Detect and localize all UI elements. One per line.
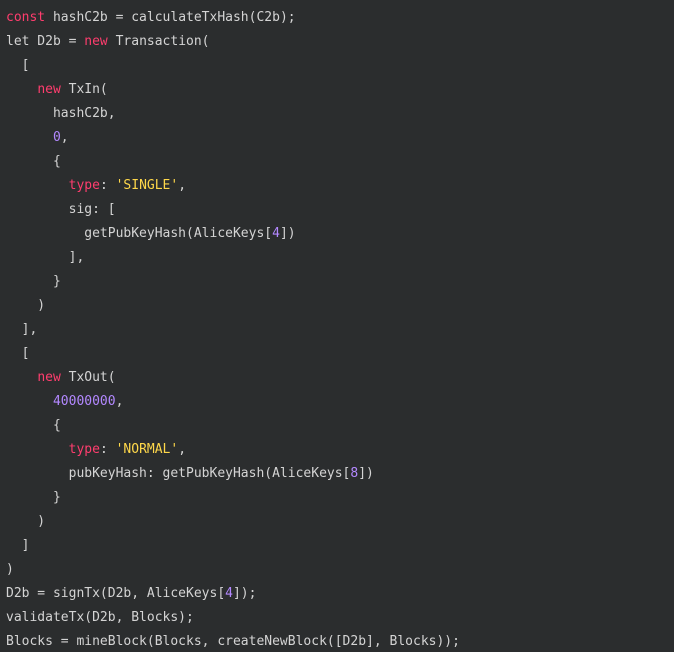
code-token-number: 4 [272,226,280,241]
code-token-plain: ]); [232,586,257,601]
code-token-plain: getPubKeyHash(AliceKeys[ [6,226,273,241]
code-token-plain: { [6,154,61,169]
code-token-number: 0 [52,130,61,145]
code-token-number: 4 [225,586,233,601]
code-line: { [6,414,674,438]
code-line: validateTx(D2b, Blocks); [6,606,674,630]
code-editor: const hashC2b = calculateTxHash(C2b); let… [0,0,674,652]
code-token-prop: type [68,442,100,457]
code-token-plain: , [178,442,187,457]
code-token-string: 'SINGLE' [115,178,179,193]
code-line: [ [6,54,674,78]
code-token-plain: Transaction( [107,34,210,49]
code-line: D2b = signTx(D2b, AliceKeys[4]); [6,582,674,606]
code-line: { [6,150,674,174]
code-line: } [6,486,674,510]
code-line: ] [6,534,674,558]
code-token-plain: let D2b = [6,34,85,49]
code-token-plain: TxOut( [60,370,116,385]
code-line: } [6,270,674,294]
code-token-plain: ) [6,562,14,577]
code-token-number: 40000000 [52,394,116,409]
code-token-plain: [ [6,346,30,361]
code-token-plain: pubKeyHash: getPubKeyHash(AliceKeys[ [6,466,351,481]
code-token-plain: [ [6,58,30,73]
code-token-plain: , [178,178,187,193]
code-token-plain: ]) [279,226,296,241]
code-token-plain: ] [6,538,30,553]
code-line: ], [6,318,674,342]
code-token-keyword: new [37,82,61,97]
code-token-string: 'NORMAL' [115,442,179,457]
code-line: getPubKeyHash(AliceKeys[4]) [6,222,674,246]
code-token-plain: , [115,394,124,409]
code-block: const hashC2b = calculateTxHash(C2b); let… [6,6,674,652]
code-line: ) [6,510,674,534]
code-token-plain: Blocks = mineBlock(Blocks, createNewBloc… [6,634,460,649]
code-line: ) [6,294,674,318]
code-token-plain: D2b = signTx(D2b, AliceKeys[ [6,586,226,601]
code-token-plain: ) [6,298,46,313]
code-token-plain: TxIn( [60,82,108,97]
code-token-plain: : [99,442,116,457]
code-line: Blocks = mineBlock(Blocks, createNewBloc… [6,630,674,652]
code-line: 40000000, [6,390,674,414]
code-token-plain: : [99,178,116,193]
code-line: type: 'NORMAL', [6,438,674,462]
code-token-keyword: new [37,370,61,385]
code-line: new TxIn( [6,78,674,102]
code-token-plain: validateTx(D2b, Blocks); [6,610,194,625]
code-token-plain: } [6,490,61,505]
code-line: const hashC2b = calculateTxHash(C2b); [6,6,674,30]
code-token-prop: type [68,178,100,193]
code-line: pubKeyHash: getPubKeyHash(AliceKeys[8]) [6,462,674,486]
code-token-plain: ) [6,514,46,529]
code-token-plain: } [6,274,61,289]
code-token-plain: hashC2b = calculateTxHash(C2b); [45,10,296,25]
code-token-plain: ], [6,250,85,265]
code-token-plain: ]) [358,466,374,481]
code-line: 0, [6,126,674,150]
code-token-plain: , [60,130,69,145]
code-token-keyword: const [6,10,46,25]
code-token-plain: ], [6,322,38,337]
code-line: ], [6,246,674,270]
code-line: let D2b = new Transaction( [6,30,674,54]
code-line: sig: [ [6,198,674,222]
code-token-plain: sig: [ [6,202,116,217]
code-token-keyword: new [84,34,108,49]
code-token-plain: { [6,418,61,433]
code-line: new TxOut( [6,366,674,390]
code-line: [ [6,342,674,366]
code-line: ) [6,558,674,582]
code-token-plain: hashC2b, [6,106,116,121]
code-line: type: 'SINGLE', [6,174,674,198]
code-line: hashC2b, [6,102,674,126]
